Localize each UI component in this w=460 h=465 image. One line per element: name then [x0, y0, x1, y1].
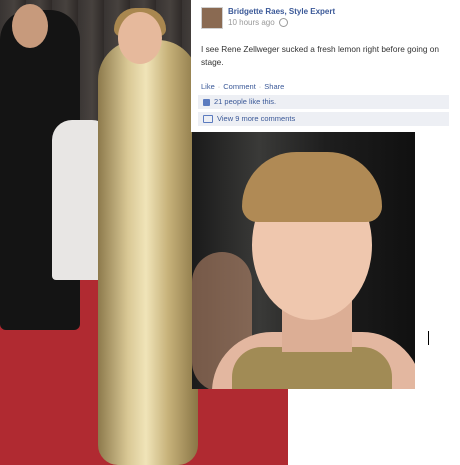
actress-face: [118, 12, 162, 64]
gold-gown: [98, 40, 198, 465]
globe-icon: [278, 18, 288, 28]
likes-summary[interactable]: 21 people like this.: [198, 95, 449, 109]
timestamp-text[interactable]: 10 hours ago: [228, 18, 275, 27]
author-name[interactable]: Bridgette Raes, Style Expert: [228, 7, 335, 16]
gown-neckline: [232, 347, 392, 389]
likes-text[interactable]: 21 people like this.: [214, 97, 276, 106]
share-link[interactable]: Share: [264, 82, 284, 91]
action-separator: ·: [217, 82, 221, 91]
post-timestamp: 10 hours ago: [228, 18, 288, 28]
action-separator: ·: [258, 82, 262, 91]
author-avatar[interactable]: [201, 7, 223, 29]
thumbs-up-icon: [203, 98, 210, 106]
text-cursor: [428, 331, 429, 345]
comment-bubble-icon: [203, 115, 213, 124]
post-message: I see Rene Zellweger sucked a fresh lemo…: [201, 44, 439, 67]
man-head: [12, 4, 48, 48]
closeup-photo: [192, 132, 415, 389]
closeup-hair: [242, 152, 382, 222]
view-comments-text[interactable]: View 9 more comments: [217, 114, 295, 123]
post-actions: Like · Comment · Share: [201, 82, 284, 91]
comment-link[interactable]: Comment: [223, 82, 256, 91]
view-comments[interactable]: View 9 more comments: [198, 112, 449, 126]
like-link[interactable]: Like: [201, 82, 215, 91]
facebook-post: Bridgette Raes, Style Expert 10 hours ag…: [191, 0, 460, 132]
